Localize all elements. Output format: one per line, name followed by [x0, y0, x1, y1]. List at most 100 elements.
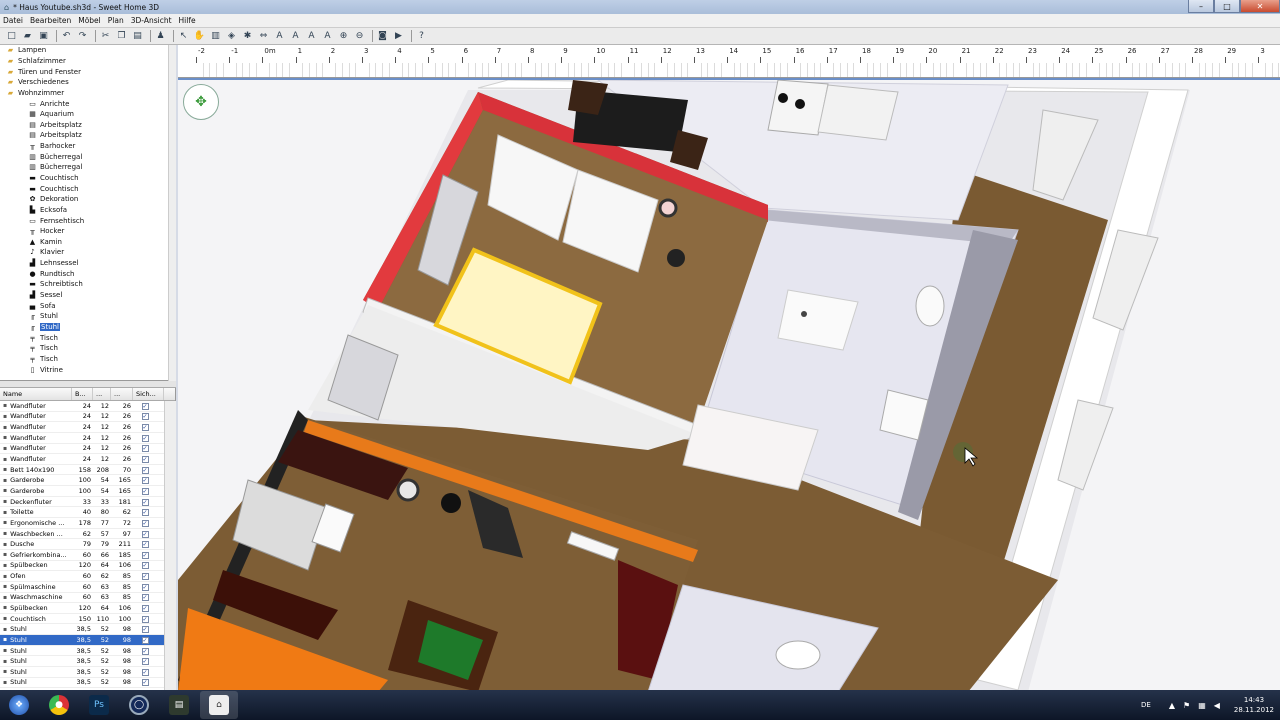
navigation-arrows-icon[interactable]: ✥ [183, 84, 219, 120]
visible-checkbox[interactable]: ✓ [141, 615, 149, 623]
visible-checkbox[interactable]: ✓ [141, 402, 149, 410]
visible-checkbox[interactable]: ✓ [141, 636, 149, 644]
sink[interactable] [775, 640, 821, 670]
visible-checkbox[interactable]: ✓ [141, 445, 149, 453]
taskbar-photoshop[interactable]: Ps [80, 691, 118, 719]
visible-checkbox[interactable]: ✓ [141, 626, 149, 634]
catalog-item[interactable]: ▤ Arbeitsplatz [0, 119, 175, 130]
cut-icon[interactable]: ✂ [99, 30, 112, 43]
visible-checkbox[interactable]: ✓ [141, 519, 149, 527]
table-row[interactable]: ▪ Spülbecken 120 64 106 ✓ [0, 561, 175, 572]
table-row[interactable]: ▪ Wandfluter 24 12 26 ✓ [0, 454, 175, 465]
catalog-item[interactable]: ▯ Vitrine [0, 364, 175, 375]
floor-lamp[interactable] [658, 198, 678, 218]
video-icon[interactable]: ▶ [392, 30, 405, 43]
panel-splitter[interactable] [0, 381, 176, 388]
text-style-icon[interactable]: A [321, 30, 334, 43]
visible-checkbox[interactable]: ✓ [141, 541, 149, 549]
catalog-item[interactable]: ▤ Arbeitsplatz [0, 130, 175, 141]
visible-checkbox[interactable]: ✓ [141, 498, 149, 506]
table-row[interactable]: ▪ Spülbecken 120 64 106 ✓ [0, 603, 175, 614]
table-row[interactable]: ▪ Garderobe 100 54 165 ✓ [0, 486, 175, 497]
create-labels-icon[interactable]: A [273, 30, 286, 43]
menu-3d-ansicht[interactable]: 3D-Ansicht [131, 16, 172, 25]
column-width[interactable]: B... [72, 388, 93, 400]
table-row[interactable]: ▪ Bett 140x190 158 208 70 ✓ [0, 465, 175, 476]
visible-checkbox[interactable]: ✓ [141, 573, 149, 581]
catalog-item[interactable]: ▲ Kamin [0, 237, 175, 248]
taskbar-sweethome3d[interactable]: ⌂ [200, 691, 238, 719]
catalog-item[interactable]: ╓ Stuhl [0, 311, 175, 322]
floor-lamp[interactable] [396, 478, 420, 502]
language-indicator[interactable]: DE [1141, 701, 1151, 709]
visible-checkbox[interactable]: ✓ [141, 668, 149, 676]
column-height[interactable]: ... [111, 388, 133, 400]
catalog-scrollbar[interactable] [168, 45, 176, 381]
visible-checkbox[interactable]: ✓ [141, 477, 149, 485]
column-name[interactable]: Name [0, 388, 72, 400]
taskbar-app[interactable]: ◯ [120, 691, 158, 719]
volume-icon[interactable]: ◀ [1214, 701, 1220, 710]
table-scrollbar[interactable] [164, 401, 176, 690]
menu-hilfe[interactable]: Hilfe [179, 16, 196, 25]
column-depth[interactable]: ... [93, 388, 111, 400]
table-row[interactable]: ▪ Wandfluter 24 12 26 ✓ [0, 422, 175, 433]
toilet[interactable] [915, 285, 945, 327]
create-dimensions-icon[interactable]: ⇔ [257, 30, 270, 43]
increase-text-icon[interactable]: A [289, 30, 302, 43]
visible-checkbox[interactable]: ✓ [141, 562, 149, 570]
catalog-item[interactable]: ╤ Tisch [0, 354, 175, 365]
catalog-item[interactable]: ✿ Dekoration [0, 194, 175, 205]
menu-datei[interactable]: Datei [3, 16, 23, 25]
catalog-category[interactable]: ▰ Schlafzimmer [0, 56, 175, 67]
table-row[interactable]: ▪ Wandfluter 24 12 26 ✓ [0, 444, 175, 455]
taskbar-chrome[interactable]: ● [40, 691, 78, 719]
visible-checkbox[interactable]: ✓ [141, 604, 149, 612]
visible-checkbox[interactable]: ✓ [141, 424, 149, 432]
table-row[interactable]: ▪ Wandfluter 24 12 26 ✓ [0, 433, 175, 444]
flag-icon[interactable]: ⚑ [1183, 701, 1190, 710]
new-file-icon[interactable]: □ [5, 30, 18, 43]
visible-checkbox[interactable]: ✓ [141, 647, 149, 655]
catalog-item[interactable]: ▟ Sessel [0, 290, 175, 301]
visible-checkbox[interactable]: ✓ [141, 679, 149, 687]
visible-checkbox[interactable]: ✓ [141, 456, 149, 464]
create-polylines-icon[interactable]: ✱ [241, 30, 254, 43]
table-row[interactable]: ▪ Waschmaschine 60 63 85 ✓ [0, 593, 175, 604]
clock[interactable]: 14:43 28.11.2012 [1234, 695, 1274, 715]
column-visible[interactable]: Sich... [133, 388, 164, 400]
menu-bearbeiten[interactable]: Bearbeiten [30, 16, 71, 25]
add-furniture-icon[interactable]: ♟ [154, 30, 167, 43]
catalog-category[interactable]: ▰ Verschiedenes [0, 77, 175, 88]
catalog-item[interactable]: ╥ Hocker [0, 226, 175, 237]
catalog-category[interactable]: ▰ Lampen [0, 45, 175, 56]
catalog-category[interactable]: ▰ Wohnzimmer [0, 88, 175, 99]
catalog-item[interactable]: ▭ Anrichte [0, 98, 175, 109]
save-icon[interactable]: ▣ [37, 30, 50, 43]
visible-checkbox[interactable]: ✓ [141, 594, 149, 602]
table-row[interactable]: ▪ Stuhl 38,5 52 98 ✓ [0, 678, 175, 689]
catalog-item[interactable]: ▥ Bücherregal [0, 151, 175, 162]
catalog-item[interactable]: ♪ Klavier [0, 247, 175, 258]
create-walls-icon[interactable]: ▥ [209, 30, 222, 43]
catalog-item[interactable]: ╤ Tisch [0, 332, 175, 343]
visible-checkbox[interactable]: ✓ [141, 530, 149, 538]
photo-icon[interactable]: ◙ [376, 30, 389, 43]
table-row[interactable]: ▪ Stuhl 38,5 52 98 ✓ [0, 656, 175, 668]
table-row[interactable]: ▪ Dusche 79 79 211 ✓ [0, 539, 175, 550]
table-row[interactable]: ▪ Stuhl 38,5 52 98 ✓ [0, 667, 175, 678]
zoom-out-icon[interactable]: ⊖ [353, 30, 366, 43]
catalog-item[interactable]: ▄ Sofa [0, 300, 175, 311]
table-row[interactable]: ▪ Couchtisch 150 110 100 ✓ [0, 614, 175, 625]
create-rooms-icon[interactable]: ◈ [225, 30, 238, 43]
undo-icon[interactable]: ↶ [60, 30, 73, 43]
catalog-item[interactable]: ╓ Stuhl [0, 322, 175, 333]
catalog-item[interactable]: ▦ Aquarium [0, 109, 175, 120]
zoom-in-icon[interactable]: ⊕ [337, 30, 350, 43]
catalog-item[interactable]: ▙ Ecksofa [0, 205, 175, 216]
copy-icon[interactable]: ❐ [115, 30, 128, 43]
visible-checkbox[interactable]: ✓ [141, 466, 149, 474]
table-row[interactable]: ▪ Toilette 40 80 62 ✓ [0, 507, 175, 519]
menu-plan[interactable]: Plan [108, 16, 124, 25]
visible-checkbox[interactable]: ✓ [141, 434, 149, 442]
